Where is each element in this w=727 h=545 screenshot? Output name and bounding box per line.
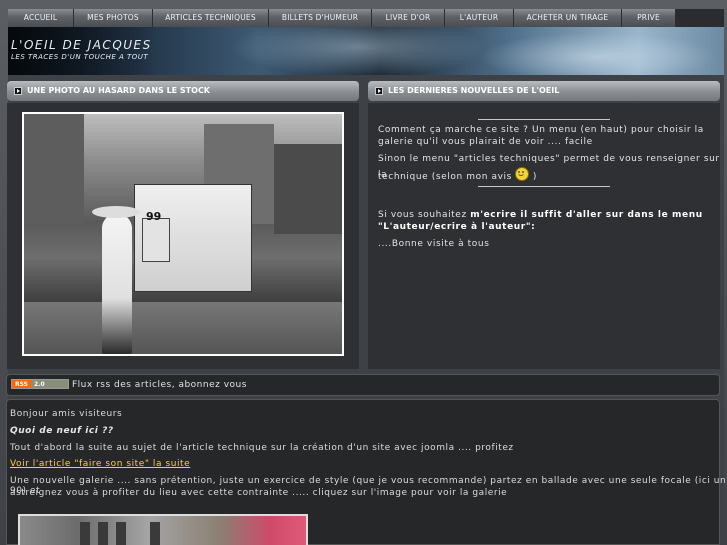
gallery-thumbnail[interactable] (18, 514, 308, 545)
rss-text: Flux rss des articles, abonnez vous (72, 380, 247, 390)
thumb-window (80, 522, 90, 545)
photo-building (24, 114, 84, 224)
banner-cloud (478, 32, 718, 75)
subheading-text: Quoi de neuf ici ?? (10, 426, 114, 436)
photo-person (102, 214, 132, 354)
nav-billets-humeur[interactable]: BILLETS D'HUMEUR (269, 9, 372, 27)
news-text: ) (532, 172, 537, 182)
article-link[interactable]: Voir l'article "faire son site" la suite (10, 459, 190, 469)
thumb-window (98, 522, 108, 545)
rss-badge-version: 2.0 (31, 380, 68, 388)
greeting-text: Bonjour amis visiteurs (10, 409, 123, 419)
news-line: galerie qu'il vous plairait de voir ....… (378, 137, 593, 147)
news-text: technique (selon mon avis (378, 172, 512, 182)
site-title[interactable]: L'OEIL DE JACQUES (11, 38, 152, 52)
rss-badge[interactable]: RSS 2.0 (11, 379, 69, 389)
paragraph-text: astreignez vous à profiter du lieu avec … (10, 488, 508, 498)
left-panel-title: UNE PHOTO AU HASARD DANS LE STOCK (27, 86, 211, 95)
bullet-arrow-icon (14, 87, 22, 95)
divider (478, 186, 610, 187)
nav-prive[interactable]: PRIVE (622, 9, 676, 27)
photo-truck-cab (142, 218, 170, 262)
bullet-arrow-icon (375, 87, 383, 95)
top-navigation: ACCUEIL MES PHOTOS ARTICLES TECHNIQUES B… (8, 9, 724, 27)
rss-badge-label: RSS (12, 380, 31, 388)
site-tagline: LES TRACES D'UN TOUCHE A TOUT (11, 53, 149, 61)
news-line: ....Bonne visite à tous (378, 239, 490, 249)
news-line: technique (selon mon avis ) (378, 167, 537, 185)
nav-auteur[interactable]: L'AUTEUR (445, 9, 514, 27)
photo-road (24, 302, 342, 354)
photo-building (274, 144, 342, 234)
thumb-window (116, 522, 126, 545)
right-panel-title: LES DERNIERES NOUVELLES DE L'OEIL (388, 86, 560, 95)
nav-accueil[interactable]: ACCUEIL (8, 9, 74, 27)
news-line: "L'auteur/ecrire à l'auteur": (378, 219, 535, 235)
thumb-window (150, 522, 160, 545)
smiley-icon (515, 167, 530, 181)
divider (478, 119, 610, 120)
banner-cloud (228, 27, 488, 75)
photo-truck-number: 99 (146, 210, 162, 223)
left-panel-heading: UNE PHOTO AU HASARD DANS LE STOCK (7, 81, 359, 101)
nav-livre-or[interactable]: LIVRE D'OR (372, 9, 445, 27)
nav-mes-photos[interactable]: MES PHOTOS (74, 9, 153, 27)
photo-hat (92, 206, 140, 218)
right-panel-heading: LES DERNIERES NOUVELLES DE L'OEIL (368, 81, 720, 101)
nav-acheter-tirage[interactable]: ACHETER UN TIRAGE (514, 9, 622, 27)
nav-articles-techniques[interactable]: ARTICLES TECHNIQUES (153, 9, 269, 27)
news-bold-text: "L'auteur/ecrire à l'auteur": (378, 222, 536, 232)
paragraph-text: Tout d'abord la suite au sujet de l'arti… (10, 443, 514, 453)
random-photo[interactable]: 99 (22, 112, 344, 356)
